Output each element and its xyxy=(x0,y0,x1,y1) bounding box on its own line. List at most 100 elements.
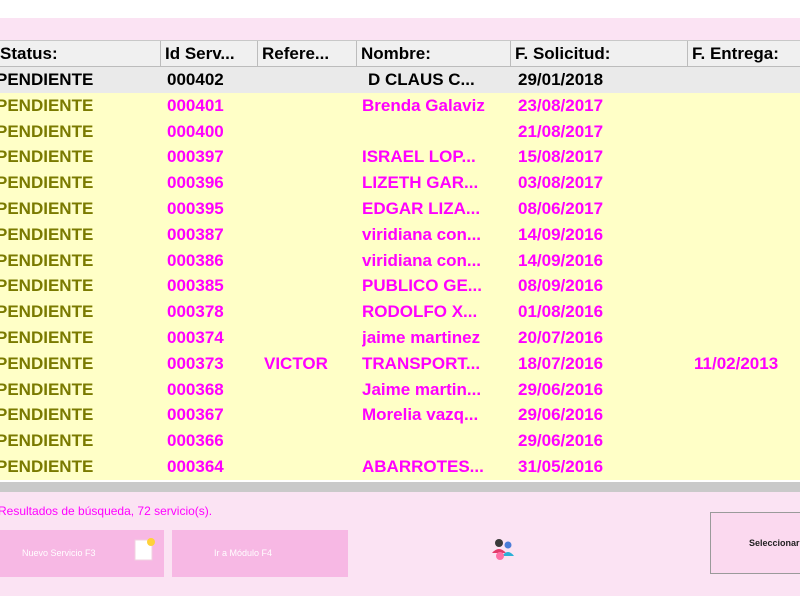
status-cell: PENDIENTE xyxy=(0,95,94,115)
table-row[interactable]: PENDIENTE 000397 ISRAEL LOP... 15/08/2017 xyxy=(0,144,800,171)
window-top-strip xyxy=(0,0,800,18)
column-header-status[interactable]: Status: xyxy=(0,41,161,67)
name-cell: ISRAEL LOP... xyxy=(362,147,476,167)
reference-cell xyxy=(264,222,357,248)
id-cell: 000396 xyxy=(167,173,224,193)
column-header-id-servicio[interactable]: Id Serv... xyxy=(161,41,258,67)
table-row[interactable]: PENDIENTE 000378 RODOLFO X... 01/08/2016 xyxy=(0,299,800,325)
status-cell: PENDIENTE xyxy=(0,456,94,476)
id-cell: 000386 xyxy=(167,250,224,270)
column-header-fecha-solicitud[interactable]: F. Solicitud: xyxy=(511,41,688,67)
request-date-cell: 08/06/2017 xyxy=(518,198,604,218)
table-row[interactable]: PENDIENTE 000367 Morelia vazq... 29/06/2016 xyxy=(0,402,800,429)
table-row[interactable]: PENDIENTE 000385 PUBLICO GE... 08/09/2016 xyxy=(0,273,800,300)
delivery-date-cell xyxy=(694,273,800,299)
id-cell: 000367 xyxy=(167,405,224,425)
request-date-cell: 01/08/2016 xyxy=(518,302,604,322)
reference-cell xyxy=(264,428,357,454)
name-cell: LIZETH GAR... xyxy=(362,173,479,193)
status-cell: PENDIENTE xyxy=(0,198,94,218)
status-cell: PENDIENTE xyxy=(0,327,94,347)
table-header: Status: Id Serv... Refere... Nombre: F. … xyxy=(0,40,800,67)
request-date-cell: 31/05/2016 xyxy=(518,456,604,476)
reference-cell xyxy=(264,196,357,222)
table-row[interactable]: PENDIENTE 000401 Brenda Galaviz 23/08/2017 xyxy=(0,92,800,119)
status-cell: PENDIENTE xyxy=(0,70,94,89)
table-row[interactable]: PENDIENTE 000396 LIZETH GAR... 03/08/2017 xyxy=(0,170,800,196)
request-date-cell: 23/08/2017 xyxy=(518,95,604,115)
status-cell: PENDIENTE xyxy=(0,224,94,244)
id-cell: 000364 xyxy=(167,456,224,476)
name-cell: PUBLICO GE... xyxy=(362,276,482,296)
request-date-cell: 14/09/2016 xyxy=(518,250,604,270)
select-label: Seleccionar xyxy=(749,538,800,548)
table-row[interactable]: PENDIENTE 000400 21/08/2017 xyxy=(0,118,800,145)
status-cell: PENDIENTE xyxy=(0,173,94,193)
status-cell: PENDIENTE xyxy=(0,121,94,141)
id-cell: 000401 xyxy=(167,95,224,115)
new-service-button[interactable]: Nuevo Servicio F3 xyxy=(0,530,164,577)
reference-cell xyxy=(264,119,357,145)
delivery-date-cell xyxy=(694,325,800,351)
name-cell: viridiana con... xyxy=(362,224,482,244)
request-date-cell: 15/08/2017 xyxy=(518,147,604,167)
id-cell: 000397 xyxy=(167,147,224,167)
column-header-fecha-entrega[interactable]: F. Entrega: xyxy=(688,41,800,67)
id-cell: 000374 xyxy=(167,327,224,347)
delivery-date-cell xyxy=(694,170,800,196)
table-row[interactable]: PENDIENTE 000402 D CLAUS C... 29/01/2018 xyxy=(0,67,800,93)
name-cell: Brenda Galaviz xyxy=(362,95,485,115)
request-date-cell: 29/06/2016 xyxy=(518,379,604,399)
id-cell: 000373 xyxy=(167,353,224,373)
status-cell: PENDIENTE xyxy=(0,379,94,399)
table-row[interactable]: PENDIENTE 000364 ABARROTES... 31/05/2016 xyxy=(0,453,800,480)
reference-cell xyxy=(264,67,357,93)
reference-cell xyxy=(264,273,357,299)
id-cell: 000402 xyxy=(167,70,224,89)
reference-cell xyxy=(264,377,357,403)
column-header-referencia[interactable]: Refere... xyxy=(258,41,357,67)
name-cell xyxy=(362,119,512,145)
name-cell: D CLAUS C... xyxy=(368,70,475,89)
reference-cell xyxy=(264,402,357,428)
request-date-cell: 21/08/2017 xyxy=(518,121,604,141)
delivery-date-cell xyxy=(694,67,800,93)
id-cell: 000387 xyxy=(167,224,224,244)
request-date-cell: 29/06/2016 xyxy=(518,431,604,451)
bottom-panel: Resultados de búsqueda, 72 servicio(s). … xyxy=(0,492,800,600)
table-row[interactable]: PENDIENTE 000387 viridiana con... 14/09/201… xyxy=(0,221,800,248)
reference-cell xyxy=(264,93,357,119)
table-row[interactable]: PENDIENTE 000374 jaime martinez 20/07/2016 xyxy=(0,324,800,351)
bottom-edge xyxy=(0,596,800,600)
horizontal-scrollbar[interactable] xyxy=(0,482,800,492)
status-cell: PENDIENTE xyxy=(0,353,94,373)
request-date-cell: 03/08/2017 xyxy=(518,173,604,193)
table-row[interactable]: PENDIENTE 000366 29/06/2016 xyxy=(0,428,800,454)
delivery-date-cell: 11/02/2013 xyxy=(694,353,779,373)
delivery-date-cell xyxy=(694,248,800,274)
services-table[interactable]: Status: Id Serv... Refere... Nombre: F. … xyxy=(0,40,800,492)
table-row[interactable]: PENDIENTE 000395 EDGAR LIZA... 08/06/2017 xyxy=(0,195,800,222)
users-icon xyxy=(492,539,514,560)
delivery-date-cell xyxy=(694,428,800,454)
status-cell: PENDIENTE xyxy=(0,250,94,270)
delivery-date-cell xyxy=(694,144,800,170)
delivery-date-cell xyxy=(694,299,800,325)
name-cell xyxy=(362,428,512,454)
table-row[interactable]: PENDIENTE 000373 VICTOR TRANSPORT... 18/07/2… xyxy=(0,350,800,377)
id-cell: 000395 xyxy=(167,198,224,218)
status-cell: PENDIENTE xyxy=(0,431,94,451)
goto-module-button[interactable]: Ir a Módulo F4 xyxy=(172,530,514,577)
request-date-cell: 29/01/2018 xyxy=(518,70,604,89)
column-header-nombre[interactable]: Nombre: xyxy=(357,41,511,67)
request-date-cell: 29/06/2016 xyxy=(518,405,604,425)
table-row[interactable]: PENDIENTE 000386 viridiana con... 14/09/201… xyxy=(0,247,800,274)
goto-module-label: Ir a Módulo F4 xyxy=(214,548,273,558)
table-row[interactable]: PENDIENTE 000368 Jaime martin... 29/06/2016 xyxy=(0,376,800,403)
name-cell: Jaime martin... xyxy=(362,379,482,399)
request-date-cell: 20/07/2016 xyxy=(518,327,604,347)
name-cell: jaime martinez xyxy=(362,327,481,347)
select-button[interactable]: Seleccionar xyxy=(710,512,800,574)
reference-cell xyxy=(264,454,357,480)
reference-cell xyxy=(264,170,357,196)
